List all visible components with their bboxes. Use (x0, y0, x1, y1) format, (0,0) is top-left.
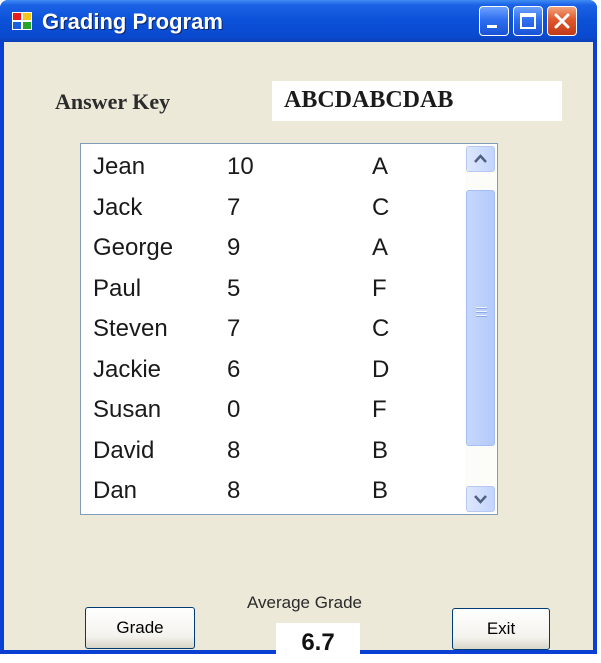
student-score: 8 (227, 436, 241, 464)
scroll-thumb[interactable] (466, 190, 495, 446)
list-item[interactable]: George 9 A (81, 228, 457, 268)
vertical-scrollbar[interactable] (465, 145, 496, 513)
student-name: Jackie (93, 355, 162, 383)
form-client-area: Answer Key ABCDABCDAB Jean 10 A Jack 7 C Georg… (4, 42, 593, 663)
student-grade: F (372, 274, 387, 302)
student-name: Susan (93, 396, 162, 423)
grading-program-window: Grading Program Answer Key ABCDABCDAB Je… (0, 0, 597, 663)
exit-button[interactable]: Exit (452, 608, 550, 650)
minimize-icon (487, 25, 497, 28)
student-grade: C (372, 193, 390, 221)
student-score: 5 (227, 274, 241, 302)
maximize-icon (520, 13, 536, 29)
list-item[interactable]: David 8 B (81, 431, 457, 471)
student-score: 7 (227, 193, 241, 221)
list-item[interactable]: Jean 10 A (81, 147, 457, 187)
answer-key-label: Answer Key (55, 89, 171, 114)
minimize-button[interactable] (479, 6, 509, 36)
student-grade: D (372, 355, 390, 383)
student-grade: B (372, 477, 389, 504)
maximize-button[interactable] (513, 6, 543, 36)
list-items: Jean 10 A Jack 7 C George 9 A Paul 5 F Steven 7 C Jacki… (81, 144, 457, 514)
app-icon (12, 12, 32, 30)
scroll-up-button[interactable] (466, 146, 495, 172)
grade-button[interactable]: Grade (85, 607, 195, 649)
student-grade: A (372, 153, 389, 180)
average-grade-value: 6.7 (276, 623, 360, 663)
student-name: Jack (93, 193, 143, 221)
student-results-listbox[interactable]: Jean 10 A Jack 7 C George 9 A Paul 5 F Steven 7 C Jacki… (80, 143, 498, 515)
student-name: Steven (93, 315, 168, 342)
student-score: 8 (227, 477, 241, 504)
chevron-down-icon (474, 495, 487, 504)
grip-icon (476, 307, 487, 317)
list-item[interactable]: Susan 0 F (81, 390, 457, 430)
student-grade: C (372, 315, 390, 342)
student-name: Dan (93, 477, 138, 504)
student-score: 10 (227, 153, 254, 180)
student-grade: A (372, 234, 389, 261)
window-title: Grading Program (42, 9, 223, 34)
student-name: Jean (93, 153, 146, 180)
list-item[interactable]: Jack 7 C (81, 188, 457, 228)
title-bar[interactable]: Grading Program (0, 0, 597, 42)
student-grade: B (372, 436, 389, 464)
list-item[interactable]: Dan 8 B (81, 471, 457, 511)
student-name: David (93, 436, 155, 464)
student-name: Paul (93, 274, 142, 302)
student-grade: F (372, 396, 387, 423)
scroll-down-button[interactable] (466, 486, 495, 512)
close-button[interactable] (547, 6, 577, 36)
student-score: 7 (227, 315, 241, 342)
average-grade-label: Average Grade (247, 593, 362, 612)
student-score: 6 (227, 355, 241, 383)
student-name: George (93, 234, 174, 261)
list-item[interactable]: Steven 7 C (81, 309, 457, 349)
chevron-up-icon (474, 154, 487, 163)
answer-key-field[interactable]: ABCDABCDAB (272, 81, 562, 121)
close-icon (554, 13, 570, 29)
student-score: 0 (227, 396, 241, 423)
list-item[interactable]: Paul 5 F (81, 269, 457, 309)
student-score: 9 (227, 234, 241, 261)
list-item[interactable]: Jackie 6 D (81, 350, 457, 390)
